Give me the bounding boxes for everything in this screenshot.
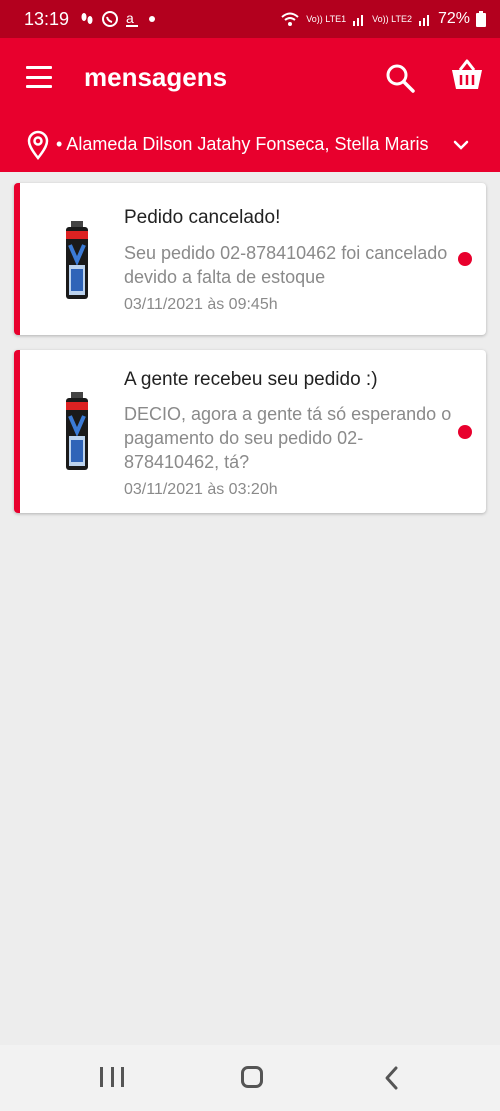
svg-text:a: a bbox=[126, 10, 134, 26]
page-title: mensagens bbox=[84, 62, 228, 92]
product-thumbnail bbox=[66, 392, 88, 470]
app-bar: mensagens • Alameda Dilson Jatahy Fonsec… bbox=[0, 38, 500, 172]
unread-indicator bbox=[458, 425, 472, 439]
home-icon[interactable] bbox=[241, 1066, 263, 1088]
message-date: 03/11/2021 às 09:45h bbox=[124, 296, 278, 313]
hamburger-icon[interactable] bbox=[26, 66, 52, 88]
status-right: Vo)) LTE1 Vo)) LTE2 72% bbox=[280, 10, 486, 28]
unread-indicator bbox=[458, 252, 472, 266]
search-icon[interactable] bbox=[384, 62, 416, 94]
message-card[interactable]: A gente recebeu seu pedido :) DECIO, ago… bbox=[14, 350, 486, 513]
message-body: DECIO, agora a gente tá só esperando o p… bbox=[124, 404, 452, 472]
message-date: 03/11/2021 às 03:20h bbox=[124, 481, 278, 498]
battery-percent: 72% bbox=[437, 10, 470, 27]
lte2-label: Vo)) LTE2 bbox=[372, 13, 412, 24]
recent-apps-icon[interactable] bbox=[100, 1067, 124, 1089]
lte1-label: Vo)) LTE1 bbox=[306, 13, 347, 24]
footprints-icon bbox=[81, 13, 93, 24]
system-nav-bar bbox=[0, 1045, 500, 1111]
signal-icon bbox=[353, 15, 364, 26]
signal-icon bbox=[418, 15, 429, 26]
whatsapp-icon bbox=[102, 11, 119, 27]
battery-icon bbox=[476, 11, 486, 27]
message-body: Seu pedido 02-878410462 foi cancelado de… bbox=[124, 243, 448, 287]
wifi-icon bbox=[281, 12, 299, 26]
dot-icon bbox=[149, 16, 156, 22]
message-title: Pedido cancelado! bbox=[124, 207, 281, 228]
status-time: 13:19 bbox=[24, 8, 70, 29]
amazon-icon: a bbox=[126, 10, 139, 27]
product-thumbnail bbox=[66, 221, 88, 299]
chevron-down-icon[interactable] bbox=[452, 136, 470, 154]
delivery-location-selector[interactable]: • Alameda Dilson Jatahy Fonseca, Stella … bbox=[0, 126, 500, 166]
basket-icon[interactable] bbox=[450, 58, 484, 92]
status-bar: 13:19 a Vo)) LTE1 Vo)) LTE2 72% bbox=[0, 0, 500, 38]
notification-icons: a bbox=[79, 10, 159, 28]
location-pin-icon bbox=[27, 130, 49, 160]
delivery-address: • Alameda Dilson Jatahy Fonseca, Stella … bbox=[56, 134, 429, 154]
message-title: A gente recebeu seu pedido :) bbox=[124, 369, 378, 390]
back-icon[interactable] bbox=[382, 1065, 400, 1091]
message-card[interactable]: Pedido cancelado! Seu pedido 02-87841046… bbox=[14, 183, 486, 335]
